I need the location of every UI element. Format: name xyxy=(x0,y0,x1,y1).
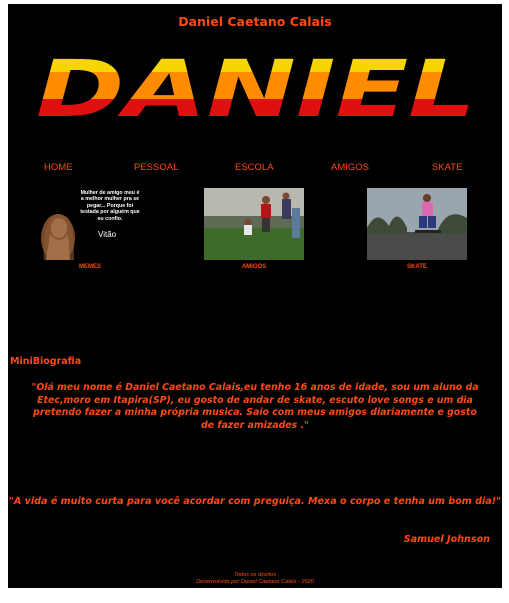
amigos-image[interactable] xyxy=(204,188,304,260)
quote-text: "A vida é muito curta para você acordar … xyxy=(8,496,502,507)
bio-heading: MiniBiografia xyxy=(10,356,82,367)
memes-image[interactable]: Mulher de amigo meu é a melhor mulher pr… xyxy=(40,188,140,260)
nav-skate-link[interactable]: SKATE xyxy=(432,162,462,173)
quote-author: Samuel Johnson xyxy=(403,534,490,545)
footer-rights: Todos os direitos xyxy=(233,572,277,578)
skate-image[interactable] xyxy=(367,188,467,260)
meme-quote-text: Mulher de amigo meu é a melhor mulher pr… xyxy=(80,190,140,222)
main-nav: HOME PESSOAL ESCOLA AMIGOS SKATE xyxy=(8,162,502,178)
logo-text: DANIEL xyxy=(36,56,476,124)
nav-amigos-link[interactable]: AMIGOS xyxy=(331,162,369,173)
nav-home-link[interactable]: HOME xyxy=(44,162,73,173)
page-title: Daniel Caetano Calais xyxy=(178,14,332,29)
page-frame: Daniel Caetano Calais DANIEL HOME PESSOA… xyxy=(8,4,502,588)
nav-pessoal-link[interactable]: PESSOAL xyxy=(134,162,178,173)
footer-credit: Desenvolvido por Daniel Caetano Calais -… xyxy=(196,579,314,585)
skate-caption[interactable]: SKATE xyxy=(367,264,467,270)
daniel-logo: DANIEL xyxy=(36,56,476,124)
memes-caption[interactable]: MEMES xyxy=(40,264,140,270)
bio-text: "Olá meu nome é Daniel Caetano Calais,eu… xyxy=(31,382,479,431)
meme-name-text: Vitão xyxy=(98,230,117,239)
amigos-caption[interactable]: AMIGOS xyxy=(204,264,304,270)
page-footer: Todos os direitos Desenvolvido por Danie… xyxy=(8,572,502,586)
nav-escola-link[interactable]: ESCOLA xyxy=(235,162,274,173)
